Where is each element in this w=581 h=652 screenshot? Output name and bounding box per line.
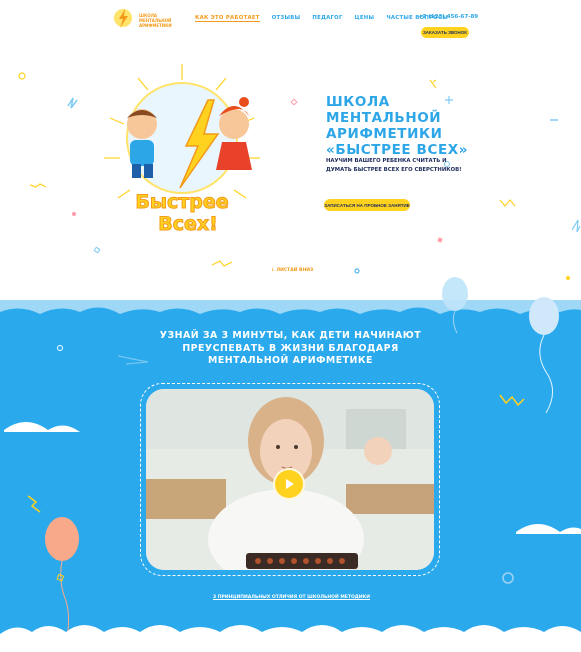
trial-lesson-button[interactable]: ЗАПИСАТЬСЯ НА ПРОБНОЕ ЗАНЯТИЕ	[324, 199, 410, 211]
play-button[interactable]	[273, 468, 305, 500]
play-icon	[286, 479, 294, 489]
brand-logo-line2: Всех!	[158, 213, 218, 235]
main-nav: Как это работает Отзывы Педагог Цены Час…	[195, 15, 448, 22]
nav-item-prices[interactable]: Цены	[355, 15, 375, 22]
hero-subtitle: НАУЧИМ ВАШЕГО РЕБЕНКА СЧИТАТЬ И ДУМАТЬ Б…	[326, 158, 462, 173]
nav-item-reviews[interactable]: Отзывы	[272, 15, 301, 22]
logo-lightning-icon[interactable]	[111, 7, 136, 29]
phone-number[interactable]: +7 (123) 456-67-89	[418, 14, 478, 20]
section-title: УЗНАЙ ЗА 3 МИНУТЫ, КАК ДЕТИ НАЧИНАЮТ ПРЕ…	[159, 330, 422, 366]
nav-item-how-it-works[interactable]: Как это работает	[195, 15, 260, 22]
confetti-decoration	[18, 72, 581, 280]
logo-text: ШКОЛА МЕНТАЛЬНОЙ АРИФМЕТИКИ	[139, 13, 172, 28]
brand-logo-line1: Быстрее	[135, 191, 228, 213]
scroll-down-label: Листай вниз	[276, 268, 314, 273]
cloud-icon	[0, 625, 581, 652]
hero-title: ШКОЛА МЕНТАЛЬНОЙ АРИФМЕТИКИ «БЫСТРЕЕ ВСЕ…	[326, 94, 469, 158]
order-call-button[interactable]: Заказать звонок	[421, 27, 469, 38]
landing-page: ШКОЛА МЕНТАЛЬНОЙ АРИФМЕТИКИ Как это рабо…	[0, 0, 581, 652]
methodology-link[interactable]: 3 принципиальных отличия от школьной мет…	[213, 595, 370, 600]
arrow-down-icon: ↓	[271, 268, 275, 273]
hero-illustration: Быстрее Всех!	[104, 64, 260, 236]
nav-item-teacher[interactable]: Педагог	[312, 15, 342, 22]
scroll-down-link[interactable]: ↓ Листай вниз	[271, 268, 313, 273]
